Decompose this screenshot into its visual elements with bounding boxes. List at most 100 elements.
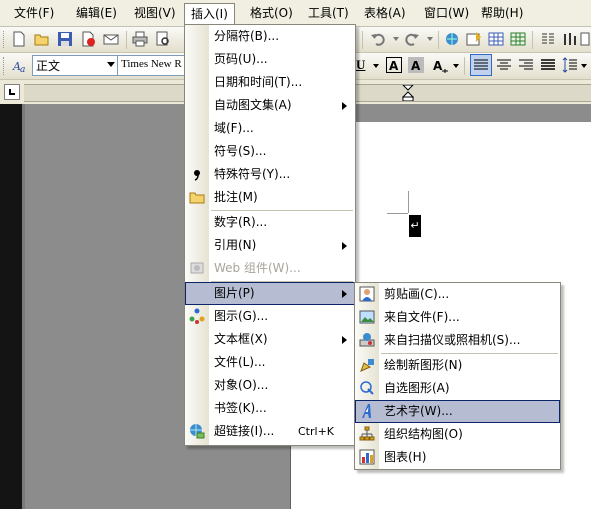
insert-hyperlink-item[interactable]: 超链接(I)... Ctrl+K xyxy=(185,420,355,443)
svg-text:a: a xyxy=(20,65,25,74)
insert-symbol-item[interactable]: 符号(S)... xyxy=(185,140,355,163)
insert-web-component-item[interactable]: Web 组件(W)... xyxy=(185,257,355,280)
align-center-icon[interactable] xyxy=(496,57,512,73)
insert-field-item[interactable]: 域(F)... xyxy=(185,117,355,140)
chevron-down-icon[interactable] xyxy=(392,35,400,43)
menu-file[interactable]: 文件(F) xyxy=(8,4,60,23)
document-map-icon[interactable] xyxy=(580,31,590,47)
character-scaling-icon[interactable]: A xyxy=(432,57,448,73)
save-icon[interactable] xyxy=(57,31,73,47)
indent-marker-icon[interactable] xyxy=(402,85,414,101)
toolbar-grip[interactable] xyxy=(3,57,6,75)
toolbar-separator xyxy=(126,31,127,49)
menu-format[interactable]: 格式(O) xyxy=(244,4,299,23)
comment-icon xyxy=(189,192,205,204)
menu-item-label: 来自扫描仪或照相机(S)... xyxy=(384,333,521,347)
menu-bar: 文件(F) 编辑(E) 视图(V) 插入(I) 格式(O) 工具(T) 表格(A… xyxy=(0,0,591,27)
insert-page-number-item[interactable]: 页码(U)... xyxy=(185,48,355,71)
permission-icon[interactable] xyxy=(80,31,96,47)
insert-autotext-item[interactable]: 自动图文集(A) xyxy=(185,94,355,117)
insert-diagram-item[interactable]: 图示(G)... xyxy=(185,305,355,328)
menu-item-label: 自动图文集(A) xyxy=(214,98,292,112)
insert-comment-item[interactable]: 批注(M) xyxy=(185,186,355,209)
insert-break-item[interactable]: 分隔符(B)... xyxy=(185,25,355,48)
menu-item-label: 剪贴画(C)... xyxy=(384,287,450,301)
menu-edit[interactable]: 编辑(E) xyxy=(70,4,123,23)
line-spacing-icon[interactable] xyxy=(562,57,578,73)
insert-excel-icon[interactable] xyxy=(510,31,526,47)
style-value: 正文 xyxy=(36,59,61,73)
chevron-down-icon[interactable] xyxy=(452,62,460,70)
font-select[interactable]: Times New R xyxy=(117,55,185,76)
menu-item-label: 域(F)... xyxy=(214,121,254,135)
align-justify-button[interactable] xyxy=(470,54,492,76)
picture-wordart-item[interactable]: 艺术字(W)... xyxy=(355,400,560,423)
picture-from-file-item[interactable]: 来自文件(F)... xyxy=(355,306,560,329)
insert-file-item[interactable]: 文件(L)... xyxy=(185,351,355,374)
picture-clipart-item[interactable]: 剪贴画(C)... xyxy=(355,283,560,306)
picture-org-chart-item[interactable]: 组织结构图(O) xyxy=(355,423,560,446)
menu-item-label: 分隔符(B)... xyxy=(214,29,280,43)
redo-icon[interactable] xyxy=(404,31,420,47)
menu-item-label: 图片(P) xyxy=(214,286,255,300)
font-value: Times New R xyxy=(121,58,182,70)
insert-object-item[interactable]: 对象(O)... xyxy=(185,374,355,397)
menu-view[interactable]: 视图(V) xyxy=(128,4,182,23)
character-shading-icon[interactable]: A xyxy=(408,57,424,73)
chevron-down-icon[interactable] xyxy=(426,35,434,43)
picture-from-file-icon xyxy=(359,310,375,324)
insert-special-symbol-item[interactable]: 特殊符号(Y)... xyxy=(185,163,355,186)
distributed-align-icon[interactable] xyxy=(540,57,556,73)
character-border-icon[interactable]: A xyxy=(386,57,402,73)
menu-window[interactable]: 窗口(W) xyxy=(418,4,475,23)
menu-item-label: 超链接(I)... xyxy=(214,424,275,438)
picture-new-drawing-item[interactable]: 绘制新图形(N) xyxy=(355,354,560,377)
toolbar-separator xyxy=(438,31,439,49)
insert-date-time-item[interactable]: 日期和时间(T)... xyxy=(185,71,355,94)
picture-autoshapes-item[interactable]: 自选图形(A) xyxy=(355,377,560,400)
toolbar-grip[interactable] xyxy=(3,31,6,48)
print-preview-icon[interactable] xyxy=(155,31,171,47)
menu-item-label: 引用(N) xyxy=(214,238,257,252)
underline-icon[interactable]: U xyxy=(356,57,370,73)
chevron-down-icon[interactable] xyxy=(372,62,380,70)
web-component-icon xyxy=(190,262,204,274)
columns-icon[interactable] xyxy=(540,31,556,47)
open-folder-icon[interactable] xyxy=(34,31,50,47)
picture-scanner-item[interactable]: 来自扫描仪或照相机(S)... xyxy=(355,329,560,352)
menu-item-label: 批注(M) xyxy=(214,190,258,204)
new-document-icon[interactable] xyxy=(11,31,27,47)
toolbar-separator xyxy=(362,31,363,49)
align-right-icon[interactable] xyxy=(518,57,534,73)
svg-text:A: A xyxy=(389,59,399,73)
submenu-arrow-icon xyxy=(342,242,347,250)
align-justify-icon xyxy=(474,59,488,70)
drawing-icon[interactable] xyxy=(562,31,578,47)
tab-selector-button[interactable] xyxy=(4,84,20,100)
insert-number-item[interactable]: 数字(R)... xyxy=(185,211,355,234)
vertical-ruler[interactable] xyxy=(0,104,22,509)
insert-reference-item[interactable]: 引用(N) xyxy=(185,234,355,257)
menu-item-label: 图表(H) xyxy=(384,450,427,464)
new-drawing-icon xyxy=(360,359,374,372)
tables-borders-icon[interactable] xyxy=(466,31,482,47)
menu-tools[interactable]: 工具(T) xyxy=(302,4,355,23)
insert-table-icon[interactable] xyxy=(488,31,504,47)
chevron-down-icon[interactable] xyxy=(580,62,588,70)
styles-icon[interactable]: Aa xyxy=(12,58,28,74)
menu-item-label: 图示(G)... xyxy=(214,309,269,323)
hyperlink-icon[interactable] xyxy=(444,31,460,47)
email-icon[interactable] xyxy=(103,31,119,47)
chevron-down-icon[interactable] xyxy=(107,62,115,68)
insert-text-box-item[interactable]: 文本框(X) xyxy=(185,328,355,351)
paragraph-mark[interactable]: ↵ xyxy=(409,215,421,237)
style-select[interactable]: 正文 xyxy=(32,55,118,76)
insert-bookmark-item[interactable]: 书签(K)... xyxy=(185,397,355,420)
insert-picture-item[interactable]: 图片(P) xyxy=(185,282,355,305)
picture-chart-item[interactable]: 图表(H) xyxy=(355,446,560,469)
menu-help[interactable]: 帮助(H) xyxy=(475,4,529,23)
menu-table[interactable]: 表格(A) xyxy=(358,4,412,23)
print-icon[interactable] xyxy=(132,31,148,47)
svg-text:A: A xyxy=(433,59,443,73)
undo-icon[interactable] xyxy=(370,31,386,47)
